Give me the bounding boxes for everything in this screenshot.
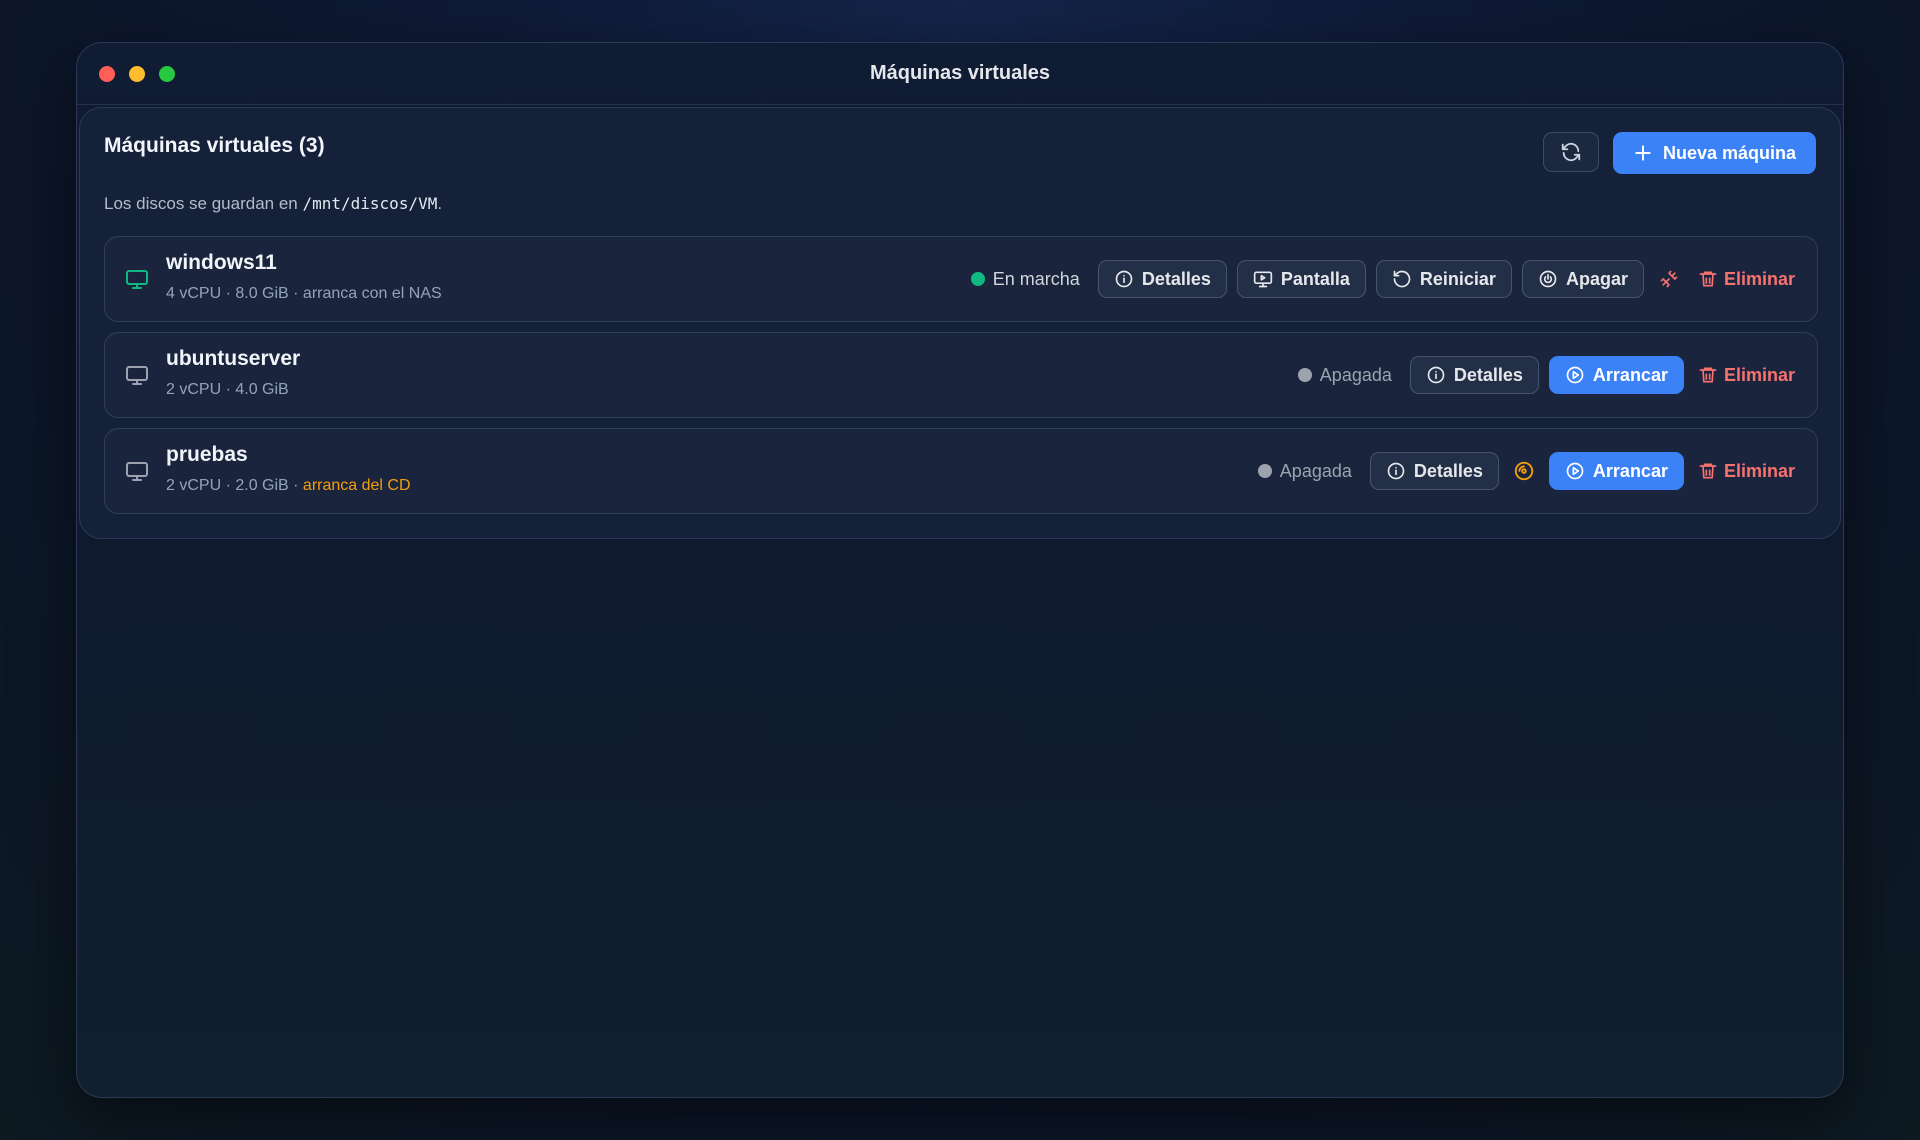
vm-name: ubuntuserver xyxy=(166,347,301,370)
storage-note-text: Los discos se guardan en xyxy=(104,194,298,213)
app-window: Máquinas virtuales Máquinas virtuales (3… xyxy=(76,42,1844,1098)
storage-note-suffix: . xyxy=(437,194,443,213)
panel-title: Máquinas virtuales (3) xyxy=(104,134,325,157)
storage-note: Los discos se guardan en /mnt/discos/VM. xyxy=(104,194,442,214)
play-circle-icon xyxy=(1565,365,1585,385)
status-label: Apagada xyxy=(1279,460,1352,481)
vm-meta: 2 vCPU · 2.0 GiB · arranca del CD xyxy=(166,477,411,495)
status-badge: En marcha xyxy=(970,268,1080,290)
trash-icon xyxy=(1698,269,1718,289)
monitor-icon xyxy=(125,459,149,483)
delete-label: Eliminar xyxy=(1723,460,1795,481)
details-button[interactable]: Detalles xyxy=(1097,260,1227,298)
plus-icon xyxy=(1633,143,1653,163)
monitor-icon xyxy=(125,363,149,387)
status-badge: Apagada xyxy=(1257,460,1352,482)
screen-label: Pantalla xyxy=(1280,268,1350,289)
refresh-button[interactable] xyxy=(1542,132,1599,172)
vm-row-ubuntuserver: ubuntuserver 2 vCPU · 4.0 GiB Apagada De… xyxy=(104,332,1818,418)
screen-button[interactable]: Pantalla xyxy=(1236,260,1366,298)
info-icon xyxy=(1114,269,1134,289)
start-label: Arrancar xyxy=(1592,460,1668,481)
vm-row-pruebas: pruebas 2 vCPU · 2.0 GiB · arranca del C… xyxy=(104,428,1818,514)
storage-path: /mnt/discos/VM xyxy=(302,194,438,213)
new-vm-label: Nueva máquina xyxy=(1662,142,1796,163)
play-circle-icon xyxy=(1565,461,1585,481)
start-label: Arrancar xyxy=(1592,364,1668,385)
shutdown-label: Apagar xyxy=(1565,268,1628,289)
status-label: En marcha xyxy=(992,268,1080,289)
window-controls xyxy=(99,66,175,82)
vm-panel: Máquinas virtuales (3) Nueva máquina Los… xyxy=(79,107,1841,539)
shutdown-button[interactable]: Apagar xyxy=(1521,260,1644,298)
vm-name: windows11 xyxy=(166,251,277,274)
delete-button[interactable]: Eliminar xyxy=(1694,269,1799,290)
delete-button[interactable]: Eliminar xyxy=(1694,365,1799,386)
unplug-button[interactable] xyxy=(1654,260,1684,298)
eject-cd-button[interactable] xyxy=(1509,452,1539,490)
vm-meta: 4 vCPU · 8.0 GiB · arranca con el NAS xyxy=(166,285,442,303)
status-dot xyxy=(970,272,985,286)
disc-icon xyxy=(1513,460,1535,482)
vm-actions: Apagada Detalles Arrancar Eliminar xyxy=(1297,355,1799,395)
power-icon xyxy=(1538,269,1558,289)
vm-meta: 2 vCPU · 4.0 GiB xyxy=(166,381,289,399)
start-button[interactable]: Arrancar xyxy=(1548,356,1684,394)
vm-meta-text: 2 vCPU · 4.0 GiB xyxy=(166,381,289,398)
header-actions: Nueva máquina xyxy=(1542,132,1816,174)
new-vm-button[interactable]: Nueva máquina xyxy=(1612,132,1816,174)
details-label: Detalles xyxy=(1141,268,1211,289)
trash-icon xyxy=(1698,461,1718,481)
vm-list: windows11 4 vCPU · 8.0 GiB · arranca con… xyxy=(104,236,1818,524)
close-window-button[interactable] xyxy=(99,66,115,82)
status-dot xyxy=(1297,368,1312,382)
vm-row-windows11: windows11 4 vCPU · 8.0 GiB · arranca con… xyxy=(104,236,1818,322)
maximize-window-button[interactable] xyxy=(159,66,175,82)
delete-label: Eliminar xyxy=(1723,364,1795,385)
details-label: Detalles xyxy=(1453,364,1523,385)
vm-actions: En marcha Detalles Pantalla Reiniciar Ap… xyxy=(970,259,1799,299)
monitor-icon xyxy=(125,267,149,291)
delete-button[interactable]: Eliminar xyxy=(1694,461,1799,482)
vm-meta-text: 4 vCPU · 8.0 GiB · arranca con el NAS xyxy=(166,285,442,302)
info-icon xyxy=(1386,461,1406,481)
status-dot xyxy=(1257,464,1272,478)
unplug-icon xyxy=(1659,269,1679,289)
refresh-icon xyxy=(1560,141,1582,163)
minimize-window-button[interactable] xyxy=(129,66,145,82)
vm-meta-text: 2 vCPU · 2.0 GiB · xyxy=(166,477,303,494)
restart-icon xyxy=(1392,269,1412,289)
vm-actions: Apagada Detalles Arrancar Eliminar xyxy=(1257,451,1799,491)
info-icon xyxy=(1426,365,1446,385)
restart-label: Reiniciar xyxy=(1419,268,1496,289)
delete-label: Eliminar xyxy=(1723,268,1795,289)
restart-button[interactable]: Reiniciar xyxy=(1375,260,1512,298)
trash-icon xyxy=(1698,365,1718,385)
status-label: Apagada xyxy=(1319,364,1392,385)
details-button[interactable]: Detalles xyxy=(1369,452,1499,490)
details-button[interactable]: Detalles xyxy=(1409,356,1539,394)
titlebar: Máquinas virtuales xyxy=(77,43,1843,105)
window-title: Máquinas virtuales xyxy=(869,62,1051,84)
vm-name: pruebas xyxy=(166,443,248,466)
screen-share-icon xyxy=(1253,269,1273,289)
start-button[interactable]: Arrancar xyxy=(1548,452,1684,490)
details-label: Detalles xyxy=(1413,460,1483,481)
boot-from-cd-label: arranca del CD xyxy=(302,477,411,494)
status-badge: Apagada xyxy=(1297,364,1392,386)
